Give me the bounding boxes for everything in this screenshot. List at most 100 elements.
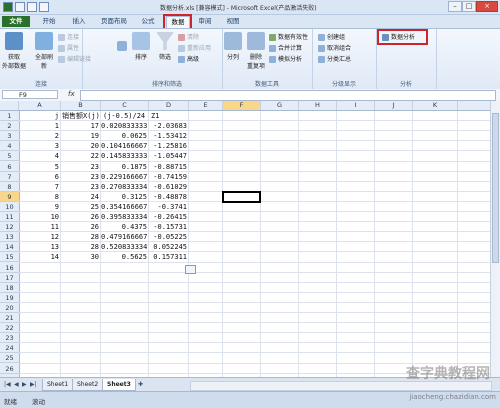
row-header-23[interactable]: 23 <box>0 333 19 344</box>
undo-icon[interactable] <box>27 2 37 12</box>
cell[interactable]: 12 <box>19 232 59 242</box>
row-header-1[interactable]: 1 <box>0 111 19 122</box>
row-header-13[interactable]: 13 <box>0 232 19 243</box>
column-header-a[interactable]: A <box>19 101 61 110</box>
sheet-tab-sheet3[interactable]: Sheet3 <box>102 379 136 391</box>
row-header-19[interactable]: 19 <box>0 293 19 303</box>
row-header-22[interactable]: 22 <box>0 323 19 334</box>
cell[interactable]: (j-0.5)/24 <box>103 111 145 121</box>
column-header-i[interactable]: I <box>337 101 375 110</box>
sheet-tab-sheet2[interactable]: Sheet2 <box>72 379 104 391</box>
data-validation-button[interactable]: 数据有效性 <box>269 33 308 42</box>
select-all-corner[interactable] <box>0 101 19 110</box>
cell[interactable]: -0.15731 <box>149 222 187 232</box>
save-icon[interactable] <box>15 2 25 12</box>
insert-sheet-icon[interactable]: ✚ <box>138 381 143 388</box>
cell[interactable]: -0.05225 <box>149 232 187 242</box>
clear-filter-button[interactable]: 清除 <box>178 33 199 42</box>
cell[interactable]: -0.48878 <box>149 192 187 202</box>
cell[interactable]: 0.229166667 <box>101 172 147 182</box>
tab-file[interactable]: 文件 <box>2 16 30 27</box>
maximize-button[interactable]: □ <box>462 1 476 12</box>
cell[interactable]: -2.03683 <box>149 121 187 131</box>
cell[interactable]: Z1 <box>151 111 159 121</box>
row-header-26[interactable]: 26 <box>0 364 19 374</box>
row-header-17[interactable]: 17 <box>0 273 19 283</box>
cell[interactable]: 22 <box>61 151 99 161</box>
cell[interactable]: j <box>19 111 59 121</box>
cell[interactable]: 销售额X(j) <box>62 111 100 121</box>
advanced-filter-button[interactable]: 高级 <box>178 55 199 64</box>
cell[interactable]: 0.0625 <box>101 131 147 141</box>
row-header-21[interactable]: 21 <box>0 313 19 324</box>
next-sheet-icon[interactable]: ▶ <box>22 381 27 388</box>
text-to-columns-button[interactable]: 分列 <box>224 32 242 61</box>
last-sheet-icon[interactable]: ▶| <box>30 381 37 388</box>
column-header-j[interactable]: J <box>375 101 413 110</box>
cell[interactable]: 0.270833334 <box>101 182 147 192</box>
cell[interactable]: 0.104166667 <box>101 141 147 151</box>
cell[interactable]: -0.61029 <box>149 182 187 192</box>
ungroup-button[interactable]: 取消组合 <box>318 44 351 53</box>
sheet-tab-sheet1[interactable]: Sheet1 <box>42 379 74 391</box>
column-header-f[interactable]: F <box>223 101 261 110</box>
cell[interactable]: 20 <box>61 141 99 151</box>
cell[interactable]: -1.53412 <box>149 131 187 141</box>
column-header-g[interactable]: G <box>261 101 299 110</box>
reapply-button[interactable]: 重新应用 <box>178 44 211 53</box>
cell[interactable]: 0.157311 <box>149 252 187 262</box>
row-header-2[interactable]: 2 <box>0 121 19 132</box>
cell[interactable]: 4 <box>19 151 59 161</box>
cell[interactable]: 0.1875 <box>101 162 147 172</box>
cell[interactable]: 23 <box>61 162 99 172</box>
cell[interactable]: 19 <box>61 131 99 141</box>
row-header-9[interactable]: 9 <box>0 191 19 202</box>
sort-az-button[interactable] <box>116 41 128 53</box>
column-header-c[interactable]: C <box>101 101 149 110</box>
cell[interactable]: 26 <box>61 222 99 232</box>
edit-links-button[interactable]: 编辑链接 <box>58 55 91 64</box>
cell[interactable]: 8 <box>19 192 59 202</box>
cell[interactable]: 13 <box>19 242 59 252</box>
cell[interactable]: 24 <box>61 192 99 202</box>
row-header-18[interactable]: 18 <box>0 283 19 293</box>
cell[interactable]: 0.4375 <box>101 222 147 232</box>
properties-button[interactable]: 属性 <box>58 44 79 53</box>
cell[interactable]: -0.88715 <box>149 162 187 172</box>
cell[interactable]: 30 <box>61 252 99 262</box>
consolidate-button[interactable]: 合并计算 <box>269 44 302 53</box>
row-header-15[interactable]: 15 <box>0 252 19 263</box>
cell[interactable]: 28 <box>61 242 99 252</box>
tab-view[interactable]: 视图 <box>222 16 244 27</box>
cell-area[interactable]: j 销售额X(j) (j-0.5)/24 Z1 1 1 7 0.020833333 -2.036… <box>19 111 490 377</box>
cell[interactable]: 2 <box>19 131 59 141</box>
cell[interactable]: 0.5625 <box>101 252 147 262</box>
row-header-7[interactable]: 7 <box>0 172 19 182</box>
worksheet-grid[interactable]: ABCDEFGHIJK 1 2 3 4 5 6 7 8 9 10 11 12 13 14 15 16 17 18 1… <box>0 101 490 377</box>
cell[interactable]: 0.145833333 <box>101 151 147 161</box>
row-header-4[interactable]: 4 <box>0 141 19 152</box>
cell[interactable]: 10 <box>19 212 59 222</box>
cell[interactable]: 5 <box>19 162 59 172</box>
cell[interactable]: 17 <box>61 121 99 131</box>
cell[interactable]: 23 <box>61 172 99 182</box>
cell[interactable]: 11 <box>19 222 59 232</box>
formula-input[interactable] <box>80 90 496 101</box>
redo-icon[interactable] <box>39 2 49 12</box>
refresh-all-button[interactable]: 全部刷新 <box>34 32 54 70</box>
cell[interactable]: 28 <box>61 232 99 242</box>
cell[interactable]: 6 <box>19 172 59 182</box>
column-header-b[interactable]: B <box>61 101 101 110</box>
cell[interactable]: 7 <box>19 182 59 192</box>
row-header-6[interactable]: 6 <box>0 162 19 172</box>
cell[interactable]: 0.020833333 <box>101 121 147 131</box>
tab-insert[interactable]: 插入 <box>68 16 90 27</box>
column-header-h[interactable]: H <box>299 101 337 110</box>
cell[interactable]: 0.3125 <box>101 192 147 202</box>
row-header-12[interactable]: 12 <box>0 222 19 233</box>
row-header-3[interactable]: 3 <box>0 131 19 142</box>
column-header-d[interactable]: D <box>149 101 189 110</box>
tab-review[interactable]: 审阅 <box>194 16 216 27</box>
paste-options-icon[interactable] <box>185 264 196 274</box>
row-header-25[interactable]: 25 <box>0 353 19 364</box>
